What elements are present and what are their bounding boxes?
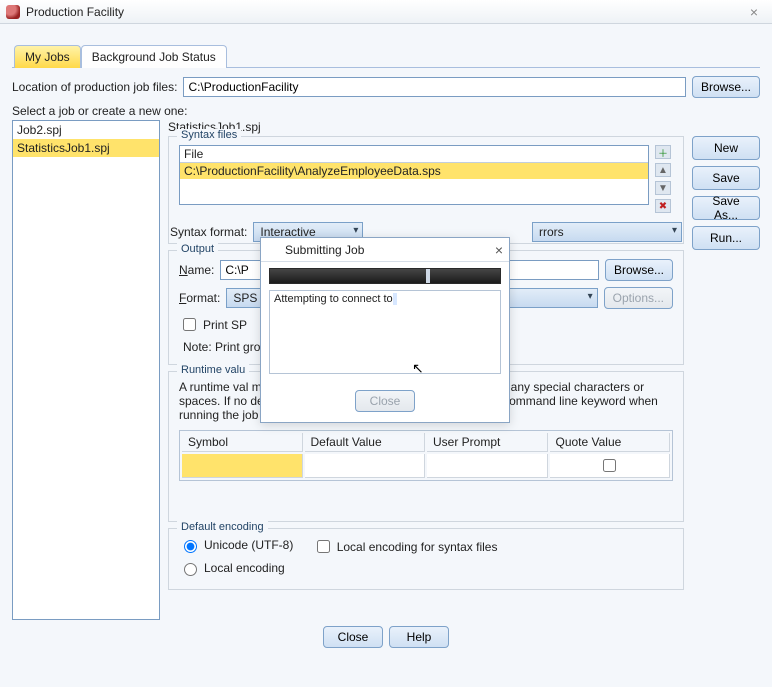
run-button[interactable]: Run... bbox=[692, 226, 760, 250]
unicode-radio-label: Unicode (UTF-8) bbox=[204, 538, 293, 552]
output-options-button: Options... bbox=[604, 287, 673, 309]
print-checkbox-label: Print SP bbox=[203, 318, 247, 332]
dialog-close-button: Close bbox=[355, 390, 415, 412]
up-icon[interactable]: ▲ bbox=[655, 163, 671, 177]
output-browse-button[interactable]: Browse... bbox=[605, 259, 673, 281]
col-prompt: User Prompt bbox=[427, 433, 548, 452]
job-list-item[interactable]: Job2.spj bbox=[13, 121, 159, 139]
dialog-title: Submitting Job bbox=[285, 243, 364, 257]
local-encoding-radio-label: Local encoding bbox=[204, 561, 285, 575]
status-message-box: Attempting to connect to bbox=[269, 290, 501, 374]
job-actions: New Save Save As... Run... bbox=[692, 136, 760, 596]
progress-bar bbox=[269, 268, 501, 284]
runtime-table[interactable]: Symbol Default Value User Prompt Quote V… bbox=[179, 430, 673, 481]
unicode-radio-input[interactable] bbox=[184, 540, 197, 553]
close-button[interactable]: Close bbox=[323, 626, 383, 648]
down-icon[interactable]: ▼ bbox=[655, 181, 671, 195]
job-list[interactable]: Job2.spj StatisticsJob1.spj bbox=[12, 120, 160, 620]
location-label: Location of production job files: bbox=[12, 80, 177, 94]
status-message-redacted bbox=[393, 293, 397, 305]
output-group-label: Output bbox=[177, 243, 218, 255]
submitting-job-dialog: Submitting Job × Attempting to connect t… bbox=[260, 237, 510, 423]
new-button[interactable]: New bbox=[692, 136, 760, 160]
output-format-label: Format: bbox=[179, 291, 220, 305]
syntax-toolbar: ＋ ▲ ▼ ✖ bbox=[655, 145, 673, 213]
status-message-text: Attempting to connect to bbox=[274, 293, 393, 305]
tab-background-job-status[interactable]: Background Job Status bbox=[81, 45, 227, 68]
delete-icon[interactable]: ✖ bbox=[655, 199, 671, 213]
titlebar: Production Facility × bbox=[0, 0, 772, 24]
local-syntax-checkbox-label: Local encoding for syntax files bbox=[337, 540, 498, 554]
encoding-group-label: Default encoding bbox=[177, 521, 268, 533]
col-quote: Quote Value bbox=[550, 433, 671, 452]
add-icon[interactable]: ＋ bbox=[655, 145, 671, 159]
syntax-group-label: Syntax files bbox=[177, 129, 241, 141]
window-close-button[interactable]: × bbox=[742, 4, 766, 20]
syntax-file-list[interactable]: File C:\ProductionFacility\AnalyzeEmploy… bbox=[179, 145, 649, 205]
runtime-group-label: Runtime valu bbox=[177, 364, 249, 376]
output-name-label: Name: bbox=[179, 263, 214, 277]
local-syntax-checkbox-input[interactable] bbox=[317, 540, 330, 553]
app-icon bbox=[6, 5, 20, 19]
print-checkbox-input[interactable] bbox=[183, 318, 196, 331]
quote-value-checkbox[interactable] bbox=[603, 459, 616, 472]
location-browse-button[interactable]: Browse... bbox=[692, 76, 760, 98]
job-list-item[interactable]: StatisticsJob1.spj bbox=[13, 139, 159, 157]
local-encoding-radio-input[interactable] bbox=[184, 563, 197, 576]
tab-my-jobs[interactable]: My Jobs bbox=[14, 45, 81, 68]
print-checkbox[interactable]: Print SP bbox=[179, 315, 247, 334]
runtime-row[interactable] bbox=[182, 454, 670, 478]
save-button[interactable]: Save bbox=[692, 166, 760, 190]
save-as-button[interactable]: Save As... bbox=[692, 196, 760, 220]
tab-strip: My Jobs Background Job Status bbox=[12, 44, 760, 68]
col-symbol: Symbol bbox=[182, 433, 303, 452]
unicode-radio[interactable]: Unicode (UTF-8) bbox=[179, 537, 293, 553]
location-input[interactable] bbox=[183, 77, 686, 97]
syntax-list-header: File bbox=[180, 146, 648, 163]
col-default: Default Value bbox=[305, 433, 426, 452]
local-syntax-checkbox[interactable]: Local encoding for syntax files bbox=[313, 537, 498, 556]
error-behavior-select[interactable]: rrors bbox=[532, 222, 682, 242]
dialog-titlebar: Submitting Job × bbox=[261, 238, 509, 262]
current-job-file-label: StatisticsJob1.spj bbox=[168, 120, 760, 134]
dialog-close-icon[interactable]: × bbox=[495, 242, 503, 258]
app-icon bbox=[267, 244, 279, 256]
select-job-label: Select a job or create a new one: bbox=[12, 104, 187, 118]
help-button[interactable]: Help bbox=[389, 626, 449, 648]
window-title: Production Facility bbox=[26, 5, 124, 19]
syntax-file-row[interactable]: C:\ProductionFacility\AnalyzeEmployeeDat… bbox=[180, 163, 648, 179]
local-encoding-radio[interactable]: Local encoding bbox=[179, 560, 285, 576]
